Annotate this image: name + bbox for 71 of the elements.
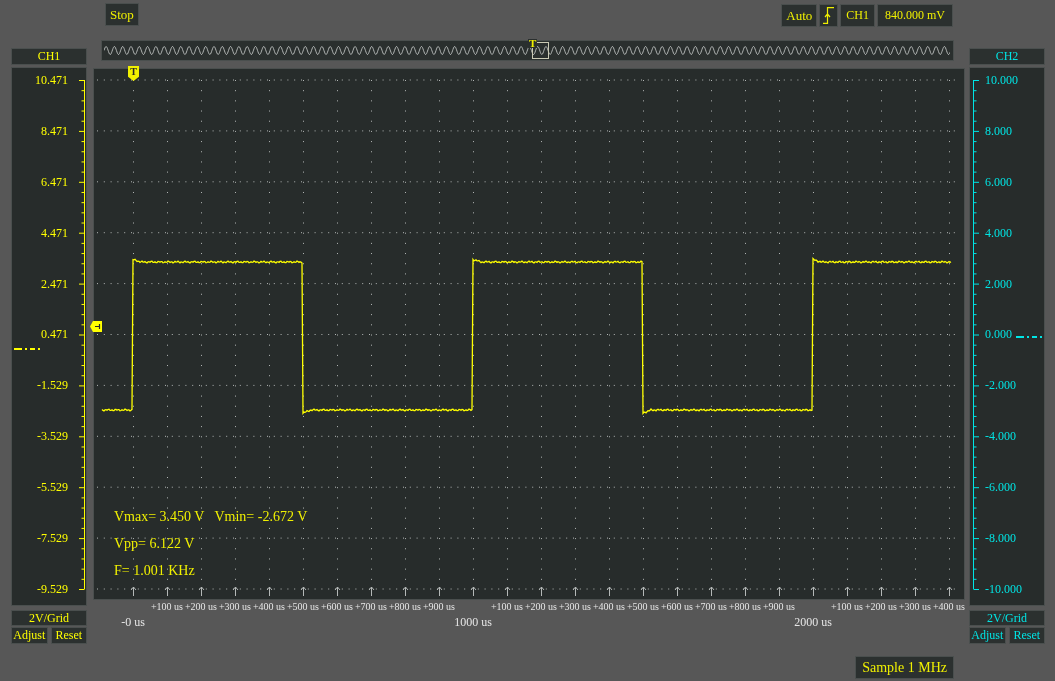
trigger-edge-button[interactable]: [819, 4, 839, 27]
axis-label: 10.471: [35, 73, 68, 87]
axis-label: -6.000: [985, 480, 1016, 495]
time-label: 1000 us: [454, 615, 492, 630]
axis-label: -10.000: [985, 581, 1022, 596]
axis-label: 2.471: [41, 276, 68, 291]
time-label: +200 us: [185, 600, 217, 613]
trigger-level-button[interactable]: 840.000 mV: [877, 4, 953, 27]
axis-label: -1.529: [37, 378, 68, 393]
measurement-text: Vmax= 3.450 V: [114, 508, 205, 526]
trigger-source-button[interactable]: CH1: [840, 4, 875, 27]
time-label: +600 us: [661, 600, 693, 613]
axis-label: 0.471: [41, 327, 68, 342]
time-label: +200 us: [865, 600, 897, 613]
time-label: +200 us: [525, 600, 557, 613]
axis-label: 10.000: [985, 73, 1018, 87]
sample-rate-button[interactable]: Sample 1 MHz: [855, 656, 954, 679]
axis-label: -8.000: [985, 531, 1016, 545]
time-label: +400 us: [593, 600, 625, 613]
offset-marker-icon: [1016, 336, 1042, 338]
reset-button[interactable]: Reset: [50, 627, 87, 644]
time-label: +500 us: [287, 600, 319, 613]
axis-label: 8.000: [985, 123, 1012, 138]
time-label: 2000 us: [794, 615, 832, 630]
axis-label: -3.529: [37, 429, 68, 444]
time-label: +900 us: [763, 600, 795, 613]
trigger-marker: T: [528, 39, 538, 48]
time-label: +500 us: [627, 600, 659, 613]
axis-label: 6.471: [41, 174, 68, 189]
time-label: +400 us: [933, 600, 965, 613]
axis-label: -4.000: [985, 429, 1016, 444]
channel-label: CH2: [969, 48, 1045, 65]
trigger-marker[interactable]: T: [128, 66, 139, 81]
axis-label: 2.000: [985, 276, 1012, 291]
channel-label: CH1: [11, 48, 87, 65]
axis-label: 6.000: [985, 174, 1012, 189]
scale-button[interactable]: 2V/Grid: [969, 610, 1045, 626]
time-label: +300 us: [559, 600, 591, 613]
time-label: +700 us: [355, 600, 387, 613]
adjust-button[interactable]: Adjust: [11, 627, 48, 644]
offset-marker-icon: [14, 348, 40, 350]
axis-label: -2.000: [985, 378, 1016, 393]
time-label: +100 us: [491, 600, 523, 613]
time-label: +900 us: [423, 600, 455, 613]
reset-button[interactable]: Reset: [1008, 627, 1045, 644]
axis-label: 0.000: [985, 327, 1012, 342]
time-label: +400 us: [253, 600, 285, 613]
time-label: +100 us: [831, 600, 863, 613]
time-label: +600 us: [321, 600, 353, 613]
axis-label: -9.529: [37, 581, 68, 596]
axis-label: -5.529: [37, 480, 68, 495]
measurement-text: Vmin= -2.672 V: [214, 508, 308, 526]
level-marker-icon[interactable]: [90, 321, 102, 332]
rising-edge-icon: [823, 7, 835, 24]
axis-label: 4.000: [985, 225, 1012, 240]
run-stop-button[interactable]: Stop: [105, 3, 139, 26]
axis-label: 8.471: [41, 123, 68, 138]
time-label: +800 us: [389, 600, 421, 613]
measurement-text: Vpp= 6.122 V: [114, 535, 195, 553]
time-label: +800 us: [729, 600, 761, 613]
time-label: +700 us: [695, 600, 727, 613]
time-label: -0 us: [121, 615, 145, 630]
time-label: +300 us: [219, 600, 251, 613]
trigger-mode-button[interactable]: Auto: [781, 4, 818, 27]
axis-label: -7.529: [37, 531, 68, 545]
scale-button[interactable]: 2V/Grid: [11, 610, 87, 626]
measurement-text: F= 1.001 KHz: [114, 562, 195, 580]
time-label: +100 us: [151, 600, 183, 613]
axis-label: 4.471: [41, 225, 68, 240]
time-label: +300 us: [899, 600, 931, 613]
adjust-button[interactable]: Adjust: [969, 627, 1006, 644]
